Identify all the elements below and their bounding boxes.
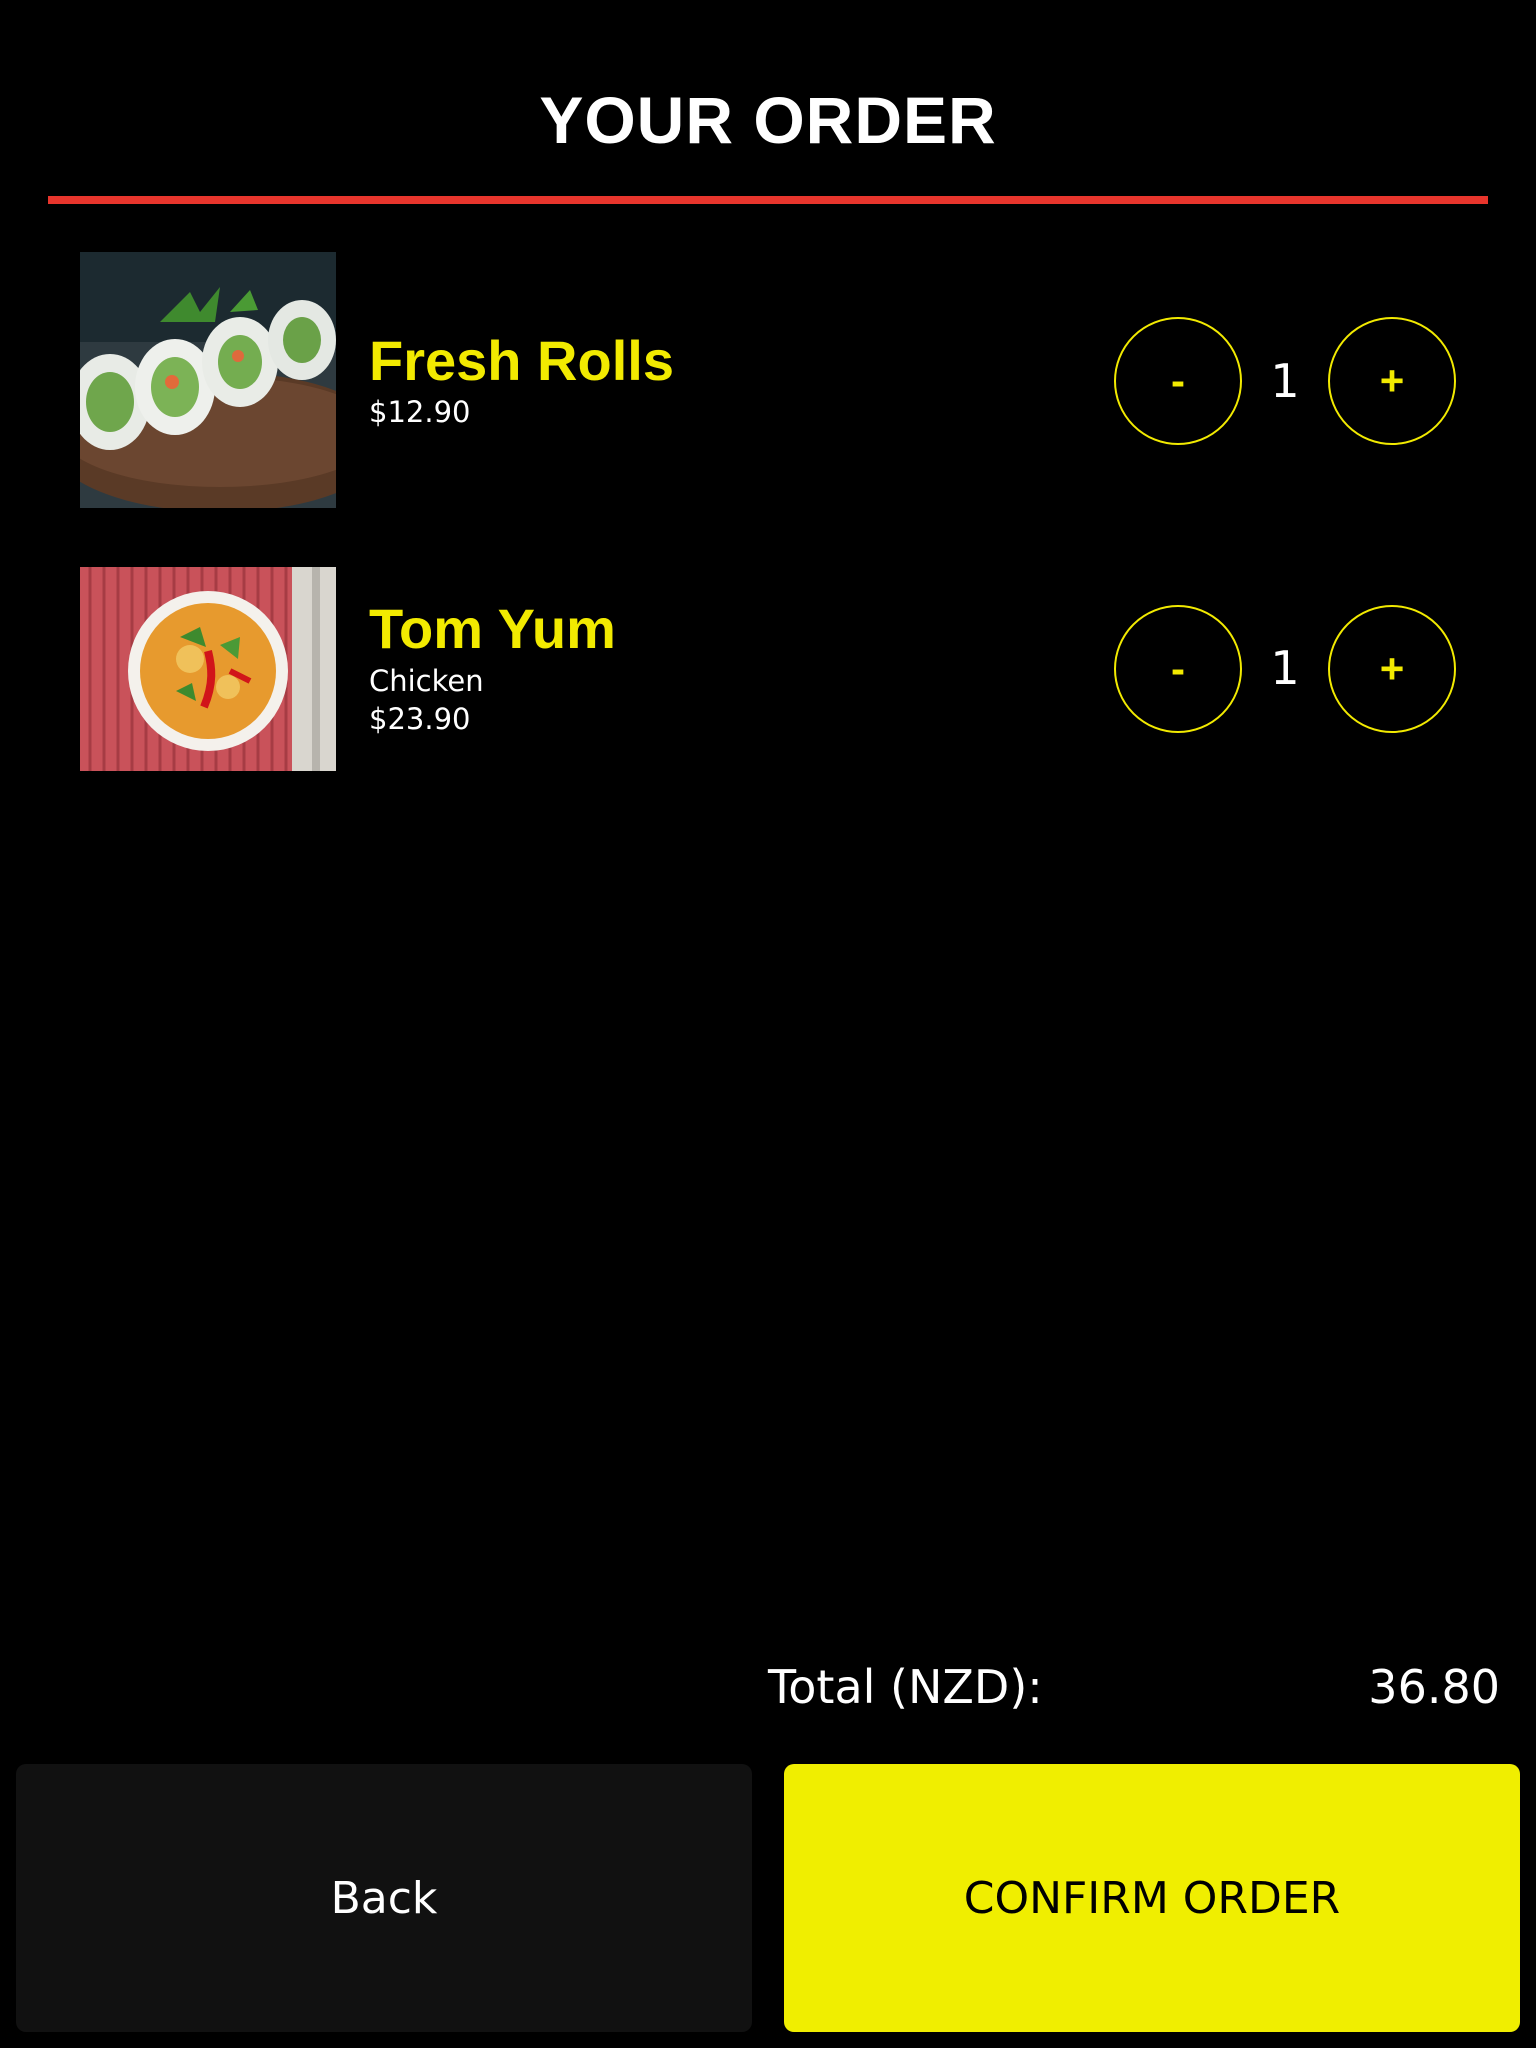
item-price: $12.90 [369, 395, 471, 429]
quantity-value: 1 [1270, 354, 1300, 408]
back-button[interactable]: Back [16, 1764, 752, 2032]
item-name: Tom Yum [369, 597, 616, 660]
quantity-value: 1 [1270, 641, 1300, 695]
item-option: Chicken [369, 664, 484, 698]
increase-quantity-button[interactable]: + [1328, 317, 1456, 445]
total-label: Total (NZD): [768, 1660, 1043, 1714]
decrease-quantity-button[interactable]: - [1114, 317, 1242, 445]
title-divider [48, 196, 1488, 204]
page-title: YOUR ORDER [539, 83, 997, 157]
increase-quantity-button[interactable]: + [1328, 605, 1456, 733]
item-name: Fresh Rolls [369, 329, 674, 392]
decrease-quantity-button[interactable]: - [1114, 605, 1242, 733]
fresh-rolls-image [80, 252, 336, 508]
item-price: $23.90 [369, 702, 471, 736]
confirm-order-button[interactable]: CONFIRM ORDER [784, 1764, 1520, 2032]
tom-yum-image [80, 567, 336, 771]
total-value: 36.80 [1368, 1660, 1500, 1714]
